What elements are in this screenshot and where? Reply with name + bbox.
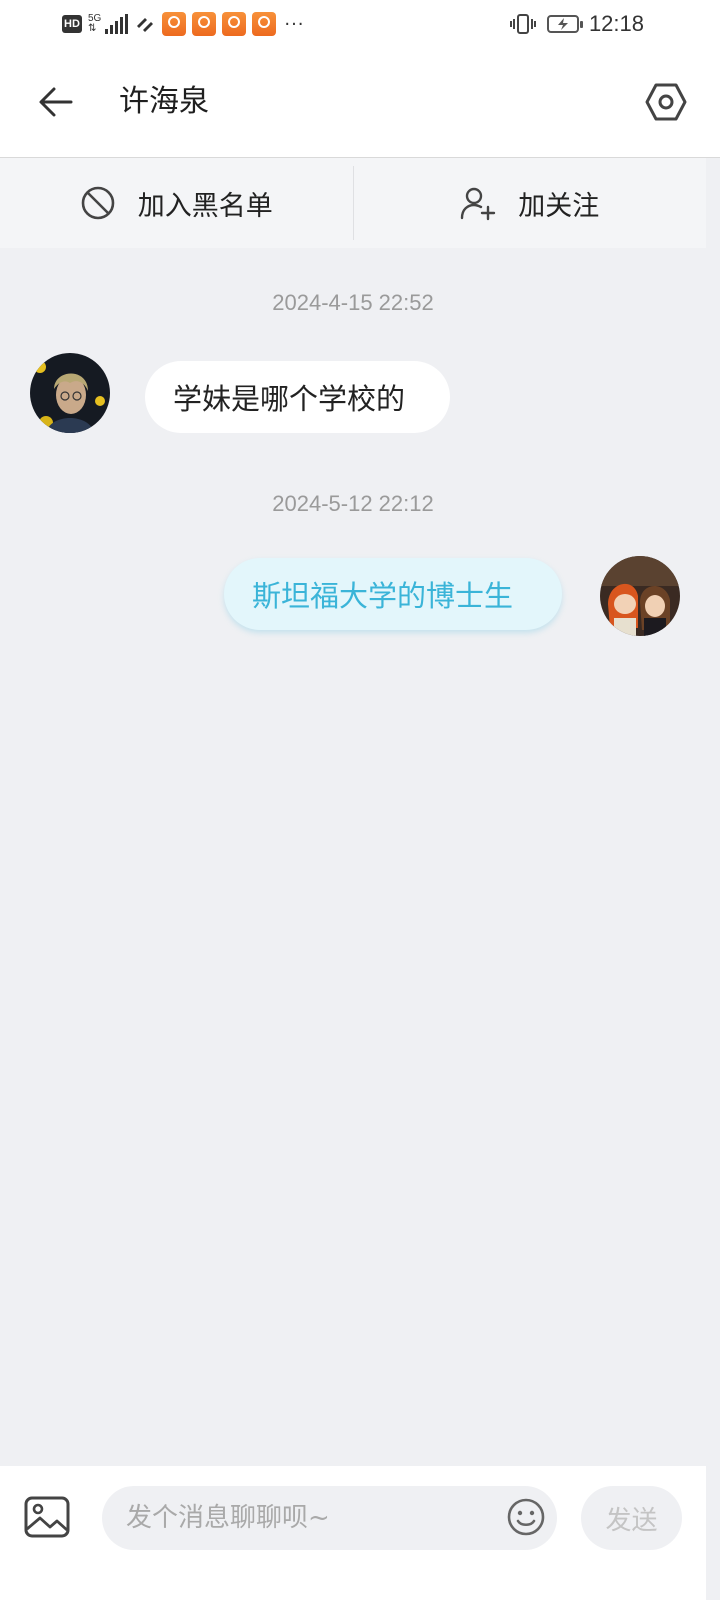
signal-icon xyxy=(105,14,129,34)
status-bar: HD 5G ⇅ ··· 12:18 xyxy=(0,0,720,50)
block-icon xyxy=(81,186,115,220)
message-composer: 发送 xyxy=(0,1466,706,1600)
hexagon-settings-icon xyxy=(645,83,687,121)
message-timestamp: 2024-4-15 22:52 xyxy=(272,290,434,315)
follow-button[interactable]: 加关注 xyxy=(354,158,707,248)
contact-avatar[interactable] xyxy=(30,353,110,433)
profile-actions: 加入黑名单 加关注 xyxy=(0,158,706,248)
emoji-icon xyxy=(507,1498,545,1536)
emoji-button[interactable] xyxy=(506,1497,546,1537)
settings-button[interactable] xyxy=(642,78,690,126)
app-notification-icon xyxy=(162,12,187,36)
battery-charging-icon xyxy=(546,15,583,33)
outgoing-message[interactable]: 斯坦福大学的博士生 xyxy=(224,558,562,630)
message-timestamp: 2024-5-12 22:12 xyxy=(272,491,434,516)
blacklist-button[interactable]: 加入黑名单 xyxy=(0,158,353,248)
more-notifications-icon: ··· xyxy=(284,13,305,35)
page-title: 许海泉 xyxy=(119,84,209,119)
back-button[interactable] xyxy=(28,78,84,126)
network-type-indicator: 5G ⇅ xyxy=(88,14,101,34)
data-arrows-icon: ⇅ xyxy=(88,23,97,34)
follow-label: 加关注 xyxy=(518,190,600,222)
app-notification-icon xyxy=(222,12,247,36)
status-time: 12:18 xyxy=(588,11,644,36)
app-notification-icon xyxy=(252,12,277,36)
image-button[interactable] xyxy=(24,1496,70,1538)
blacklist-label: 加入黑名单 xyxy=(137,190,273,222)
chat-header: 许海泉 xyxy=(0,50,720,158)
add-user-icon xyxy=(461,187,496,221)
status-right: 12:18 xyxy=(509,11,644,37)
message-input[interactable] xyxy=(102,1486,557,1550)
my-avatar[interactable] xyxy=(600,556,680,636)
status-left: HD 5G ⇅ ··· xyxy=(62,11,305,37)
image-icon xyxy=(24,1496,70,1538)
incoming-message[interactable]: 学妹是哪个学校的 xyxy=(145,361,450,433)
arrow-left-icon xyxy=(39,87,73,117)
app-notification-icon xyxy=(192,12,217,36)
wifi-icon xyxy=(137,18,154,32)
vibrate-icon xyxy=(509,14,536,34)
send-button[interactable]: 发送 xyxy=(581,1486,682,1550)
hd-icon: HD xyxy=(62,15,82,33)
